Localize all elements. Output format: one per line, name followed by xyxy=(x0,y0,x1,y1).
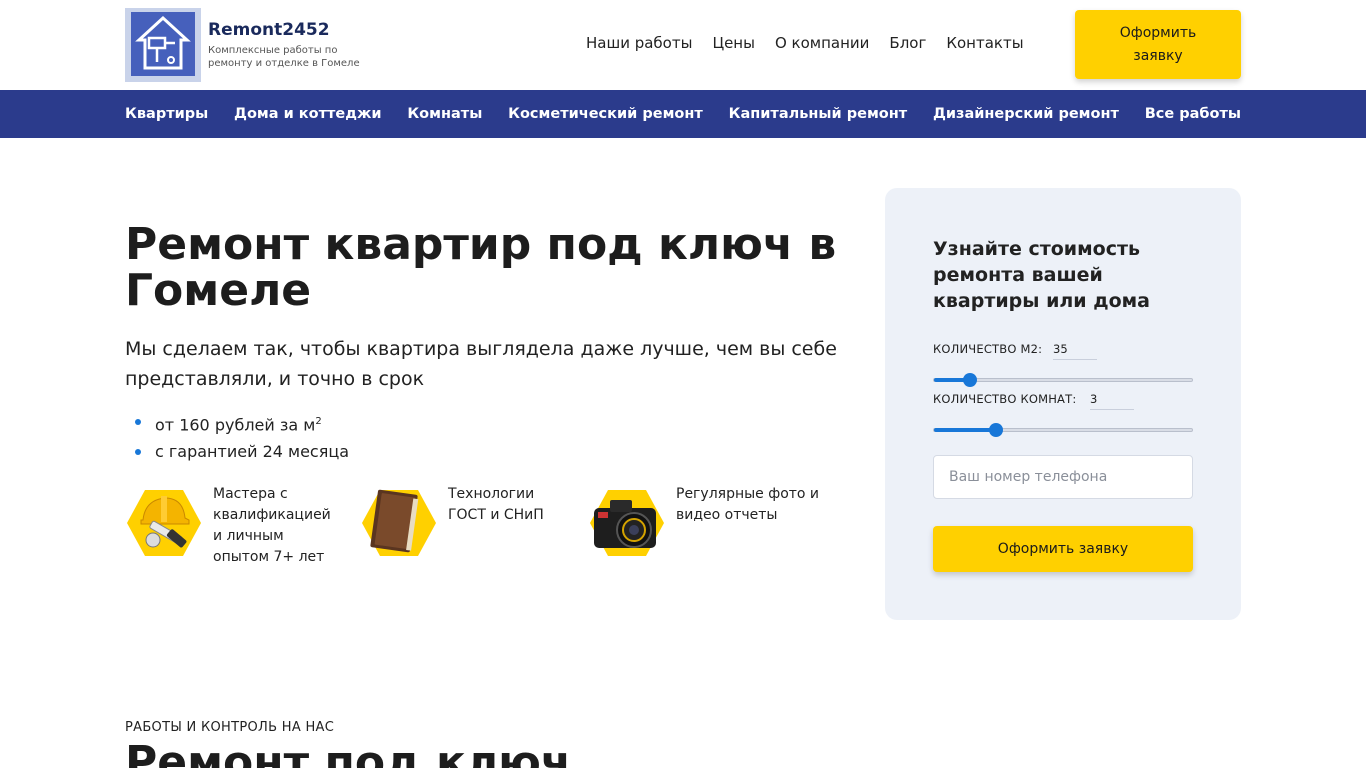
feature-reports-text: Регулярные фото и видео отчеты xyxy=(676,486,820,523)
hero-title: Ремонт квартир под ключ в Гомеле xyxy=(125,219,837,316)
bullet-price-text: от 160 рублей за м xyxy=(155,415,316,435)
nav-link-contacts[interactable]: Контакты xyxy=(946,34,1023,52)
category-all-works[interactable]: Все работы xyxy=(1145,106,1241,122)
rooms-slider-thumb[interactable] xyxy=(989,423,1003,437)
rooms-slider-fill xyxy=(934,428,996,432)
section-eyebrow: РАБОТЫ И КОНТРОЛЬ НА НАС xyxy=(125,720,335,735)
feature-masters-text: Мастера с квалификацией и личным опытом … xyxy=(213,486,331,565)
feature-standards-text: Технологии ГОСТ и СНиП xyxy=(448,486,544,523)
camera-icon xyxy=(590,490,664,556)
rooms-label: КОЛИЧЕСТВО КОМНАТ: xyxy=(933,392,1077,406)
rooms-slider[interactable] xyxy=(933,423,1193,437)
house-logo-icon xyxy=(125,8,201,82)
category-designer[interactable]: Дизайнерский ремонт xyxy=(933,106,1119,122)
bullet-price-sup: 2 xyxy=(315,416,322,427)
nav-link-blog[interactable]: Блог xyxy=(889,34,926,52)
category-capital[interactable]: Капитальный ремонт xyxy=(729,106,908,122)
area-slider-thumb[interactable] xyxy=(963,373,977,387)
category-apartments[interactable]: Квартиры xyxy=(125,106,208,122)
category-cosmetic[interactable]: Косметический ремонт xyxy=(508,106,703,122)
category-houses[interactable]: Дома и коттеджи xyxy=(234,106,382,122)
features: Мастера с квалификацией и личным опытом … xyxy=(125,484,865,584)
nav-link-about[interactable]: О компании xyxy=(775,34,869,52)
form-title: Узнайте стоимость ремонта вашей квартиры… xyxy=(933,238,1150,312)
logo[interactable] xyxy=(125,8,201,82)
category-rooms[interactable]: Комнаты xyxy=(407,106,482,122)
book-icon xyxy=(362,489,436,556)
brand-name[interactable]: Remont2452 xyxy=(208,20,330,40)
area-label: КОЛИЧЕСТВО М2: xyxy=(933,342,1043,356)
phone-input[interactable] xyxy=(933,455,1193,499)
rooms-value[interactable]: 3 xyxy=(1090,392,1134,410)
area-value[interactable]: 35 xyxy=(1053,342,1097,360)
brand-tagline: Комплексные работы по ремонту и отделке … xyxy=(208,45,360,69)
bullet-price: от 160 рублей за м2 xyxy=(135,408,349,438)
top-header: Remont2452 Комплексные работы по ремонту… xyxy=(0,0,1366,90)
form-submit-button[interactable]: Оформить заявку xyxy=(933,526,1193,572)
hero-bullets: от 160 рублей за м2 с гарантией 24 месяц… xyxy=(135,408,349,465)
nav-link-works[interactable]: Наши работы xyxy=(586,34,692,52)
nav-link-prices[interactable]: Цены xyxy=(712,34,755,52)
top-nav: Наши работы Цены О компании Блог Контакт… xyxy=(586,34,1044,52)
hero-subtitle: Мы сделаем так, чтобы квартира выглядела… xyxy=(125,338,837,390)
cost-form-card: Узнайте стоимость ремонта вашей квартиры… xyxy=(885,188,1241,620)
order-request-button[interactable]: Оформить заявку xyxy=(1075,10,1241,79)
category-bar: Квартиры Дома и коттеджи Комнаты Космети… xyxy=(0,90,1366,138)
area-slider[interactable] xyxy=(933,373,1193,387)
bullet-guarantee: с гарантией 24 месяца xyxy=(135,438,349,465)
section-title: Ремонт под ключ xyxy=(125,737,572,768)
helmet-tools-icon xyxy=(127,490,201,556)
